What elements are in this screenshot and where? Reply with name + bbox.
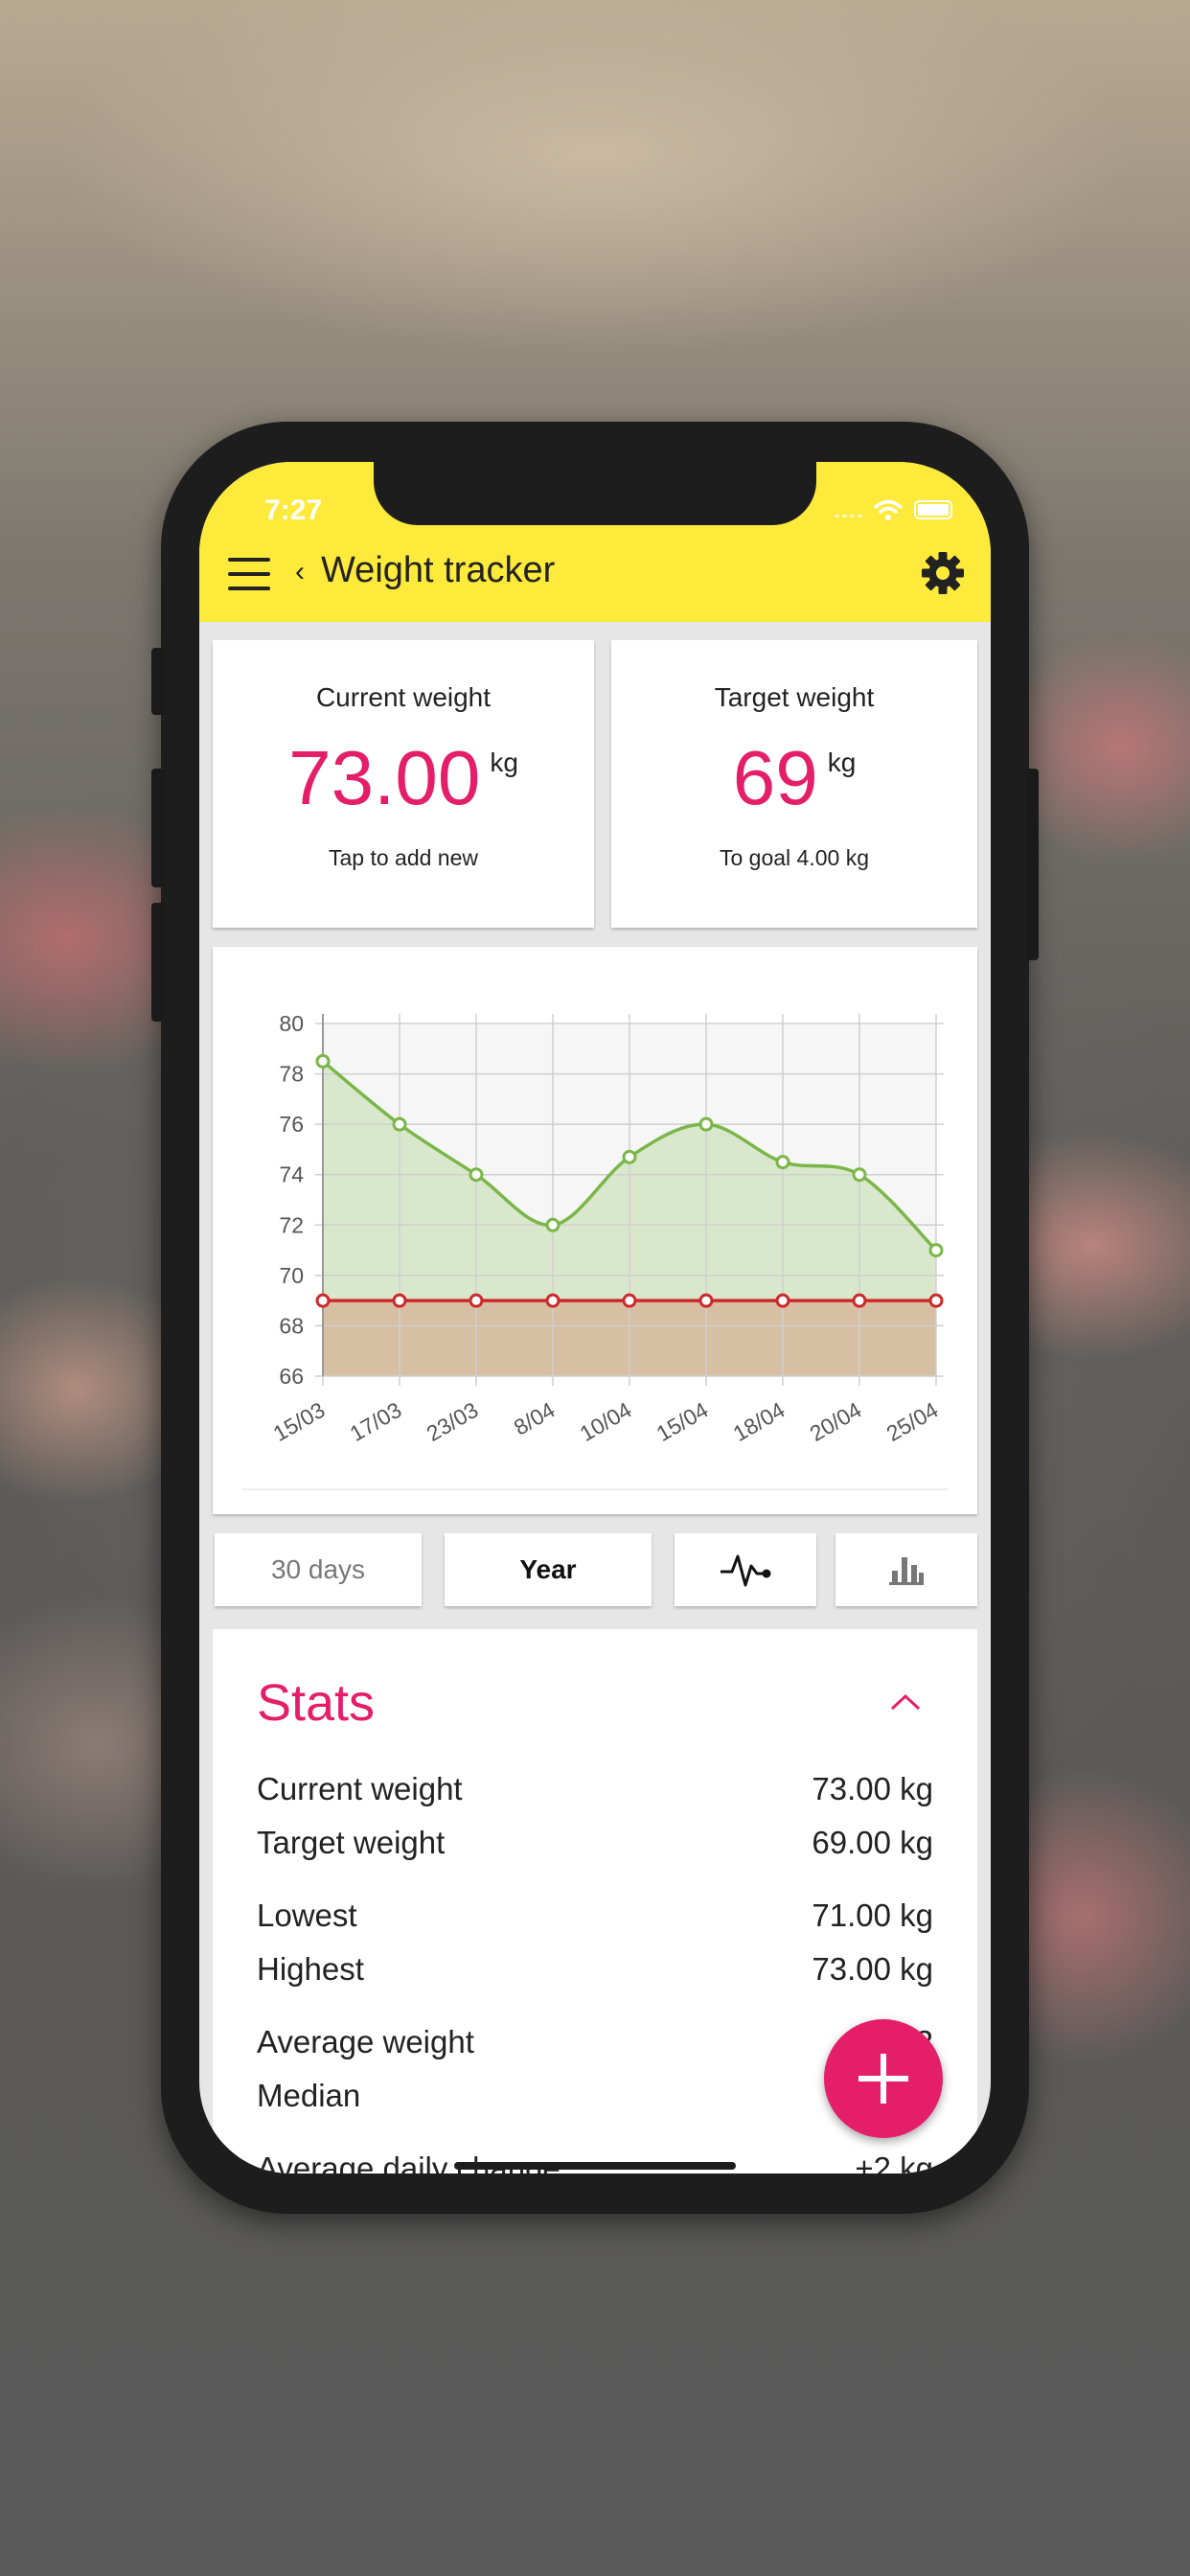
stat-label: Median: [257, 2078, 361, 2113]
target-data-point: [469, 1293, 484, 1308]
current-weight-value-group: 73.00 kg: [213, 734, 594, 822]
current-weight-value: 73.00: [288, 735, 481, 820]
target-weight-value: 69: [732, 735, 818, 820]
target-weight-hint: To goal 4.00 kg: [719, 845, 869, 870]
target-weight-value-group: 69 kg: [611, 734, 977, 822]
add-weight-button[interactable]: [824, 2019, 943, 2138]
chart-card: 80 78 76 74 72 70 68 66 15/03 17/03 23/03 8/04 10/04…: [213, 947, 977, 1514]
status-time: 7:27: [264, 494, 323, 526]
stat-row-highest: Highest 73.00 kg: [257, 1951, 933, 1988]
weight-data-point: [622, 1149, 637, 1164]
y-tick-label: 70: [279, 1263, 304, 1288]
x-tick-label: 15/03: [269, 1397, 330, 1446]
hamburger-menu-icon[interactable]: [228, 558, 270, 590]
stat-row-target-weight: Target weight 69.00 kg: [257, 1825, 933, 1861]
weight-data-point: [392, 1116, 407, 1132]
target-data-point: [545, 1293, 561, 1308]
y-tick-label: 74: [279, 1162, 304, 1187]
current-weight-unit: kg: [490, 748, 518, 777]
weight-data-point: [545, 1217, 561, 1232]
stat-value: 71.00 kg: [812, 1898, 933, 1933]
tab-year[interactable]: Year: [445, 1533, 652, 1606]
stat-label: Average weight: [257, 2024, 474, 2059]
stats-title: Stats: [257, 1674, 376, 1732]
y-tick-label: 80: [279, 1011, 304, 1036]
weight-data-point: [469, 1167, 484, 1183]
weight-data-point: [315, 1053, 331, 1069]
tab-30-days[interactable]: 30 days: [215, 1533, 422, 1606]
stat-label: Lowest: [257, 1898, 357, 1933]
battery-icon: [914, 500, 952, 519]
x-tick-label: 15/04: [652, 1397, 713, 1446]
weight-data-point: [775, 1155, 790, 1170]
target-data-point: [698, 1293, 714, 1308]
stat-row-current-weight: Current weight 73.00 kg: [257, 1771, 933, 1807]
cellular-signal-icon: [835, 502, 862, 518]
weight-line-chart: 80 78 76 74 72 70 68 66 15/03 17/03 23/03 8/04 10/04…: [241, 1011, 949, 1490]
stat-value: +2 kg: [855, 2150, 933, 2174]
current-weight-card[interactable]: Current weight 73.00 kg Tap to add new: [213, 640, 594, 928]
app-screen: 7:27 ‹ Weight tracker Current weight 73.…: [199, 462, 991, 2174]
target-data-point: [928, 1293, 944, 1308]
current-weight-label: Current weight: [315, 682, 492, 712]
target-data-point: [775, 1293, 790, 1308]
stat-value: 69.00 kg: [812, 1825, 933, 1860]
bar-chart-icon: [889, 1557, 924, 1585]
target-data-point: [852, 1293, 867, 1308]
x-tick-label: 18/04: [729, 1397, 790, 1446]
phone-power-button: [1025, 769, 1039, 960]
target-weight-label: Target weight: [714, 682, 875, 712]
target-data-point: [315, 1293, 331, 1308]
weight-data-point: [852, 1167, 867, 1183]
y-tick-label: 78: [279, 1062, 304, 1087]
target-weight-card[interactable]: Target weight 69 kg To goal 4.00 kg: [611, 640, 977, 928]
stat-row-lowest: Lowest 71.00 kg: [257, 1898, 933, 1934]
y-tick-label: 66: [279, 1364, 304, 1389]
phone-volume-down: [151, 903, 165, 1022]
y-tick-label: 76: [279, 1112, 304, 1137]
phone-notch: [374, 462, 816, 525]
x-tick-label: 17/03: [346, 1397, 406, 1446]
app-bar: 7:27 ‹ Weight tracker: [199, 462, 991, 622]
phone-mute-switch: [151, 648, 165, 715]
y-tick-label: 68: [279, 1313, 304, 1338]
x-tick-label: 10/04: [576, 1397, 636, 1446]
stat-value: 73.00 kg: [812, 1951, 933, 1987]
wifi-icon: [874, 499, 903, 520]
y-tick-label: 72: [279, 1212, 304, 1237]
target-data-point: [392, 1293, 407, 1308]
page-title: Weight tracker: [321, 550, 556, 590]
home-indicator: [454, 2162, 736, 2170]
weight-data-point: [698, 1116, 714, 1132]
x-tick-label: 8/04: [510, 1397, 560, 1440]
stat-label: Current weight: [257, 1771, 463, 1806]
x-tick-label: 20/04: [806, 1397, 866, 1446]
x-tick-label: 23/03: [423, 1397, 483, 1446]
heartbeat-line-icon: [721, 1554, 771, 1587]
back-chevron-icon[interactable]: ‹: [295, 556, 305, 588]
bar-chart-mode-button[interactable]: [835, 1533, 977, 1606]
status-icons: [835, 498, 952, 521]
stat-value: 73.00 kg: [812, 1771, 933, 1806]
weight-data-point: [928, 1243, 944, 1258]
line-chart-mode-button[interactable]: [675, 1533, 816, 1606]
plus-icon: [858, 2054, 908, 2104]
stat-label: Target weight: [257, 1825, 446, 1860]
stat-label: Highest: [257, 1951, 364, 1987]
chevron-up-icon[interactable]: [889, 1692, 922, 1712]
target-weight-unit: kg: [827, 748, 857, 777]
x-tick-label: 25/04: [882, 1397, 943, 1446]
target-data-point: [622, 1293, 637, 1308]
current-weight-hint: Tap to add new: [328, 845, 478, 870]
gear-icon[interactable]: [920, 550, 966, 596]
phone-volume-up: [151, 769, 165, 887]
